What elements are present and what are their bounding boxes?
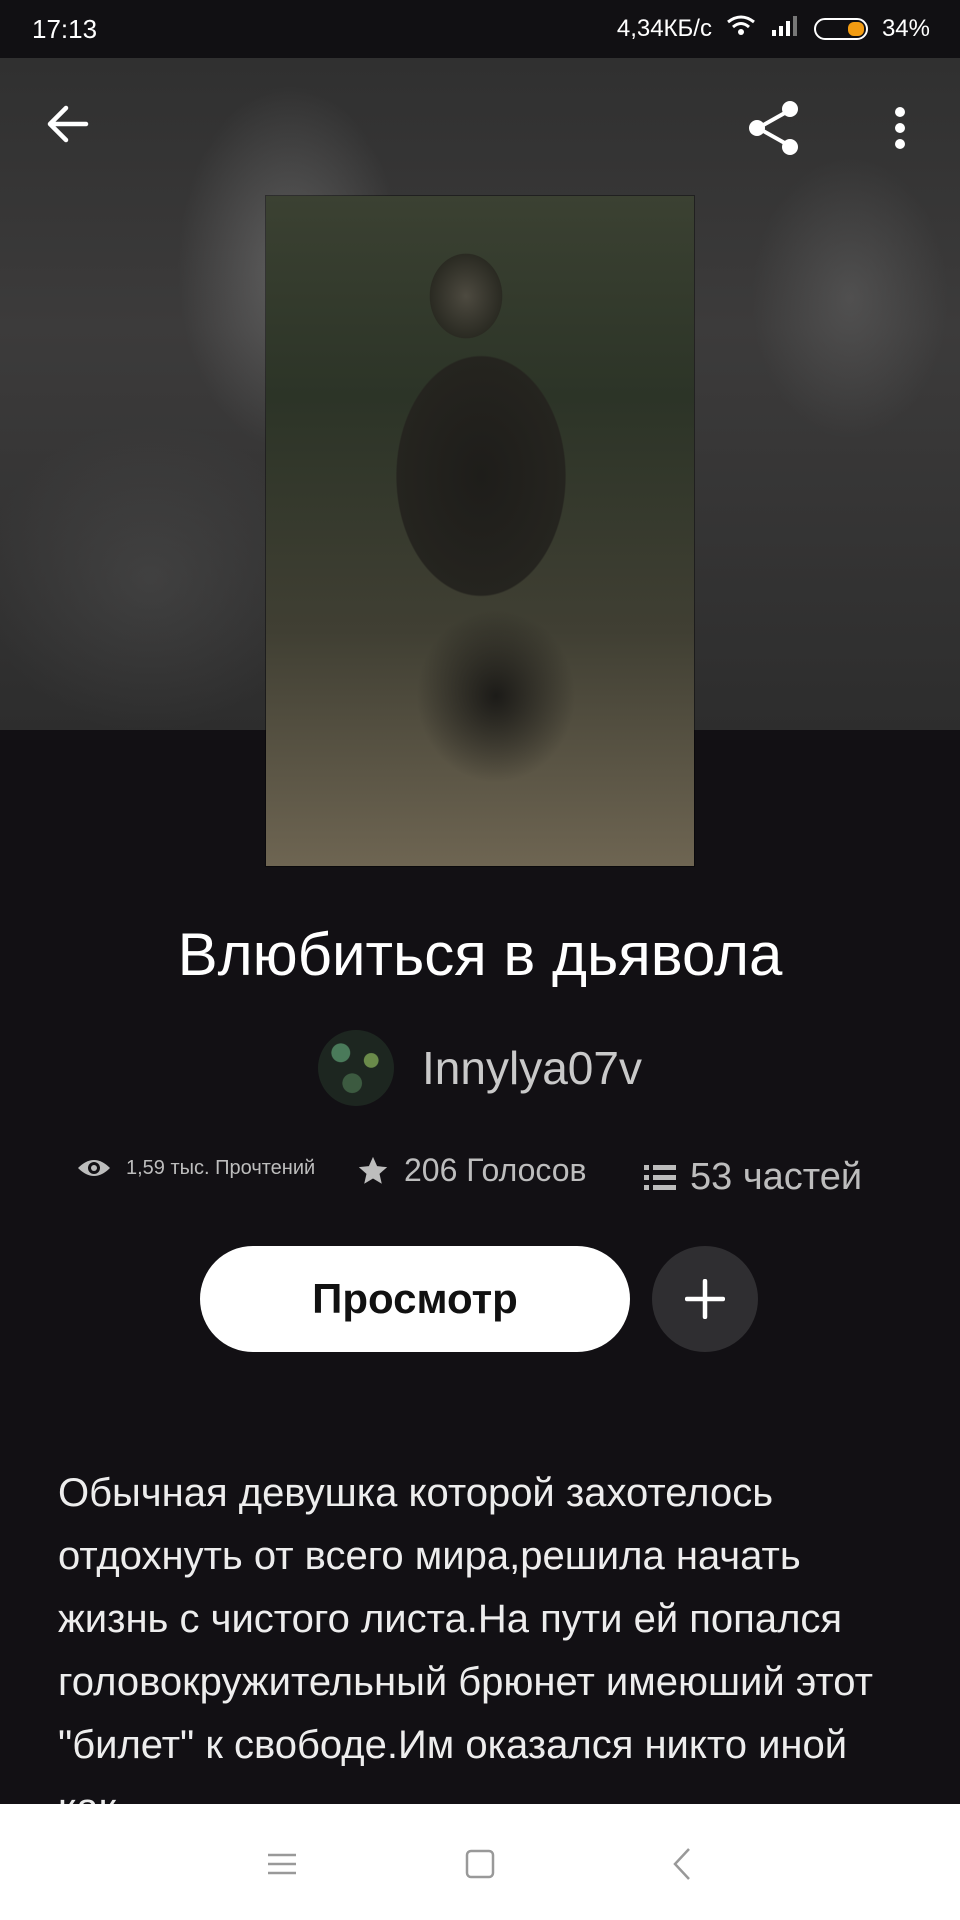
network-speed: 4,34КБ/с xyxy=(616,14,712,42)
story-stats: 1,59 тыс. Прочтений 206 Голосов 53 часте… xyxy=(0,1148,960,1208)
battery-level-fill xyxy=(847,21,864,36)
more-options-button[interactable] xyxy=(876,92,924,164)
story-cover-image[interactable] xyxy=(266,196,694,866)
author-avatar[interactable] xyxy=(318,1030,395,1106)
status-time: 17:13 xyxy=(32,14,98,44)
status-bar: 17:13 4,34КБ/с 34% xyxy=(0,0,960,58)
menu-icon xyxy=(268,1853,296,1875)
votes-stat: 206 Голосов xyxy=(356,1152,587,1189)
share-button[interactable] xyxy=(738,92,810,164)
battery-icon xyxy=(813,17,868,40)
author-row[interactable]: Innylya07v xyxy=(0,1030,960,1106)
list-icon xyxy=(644,1164,676,1190)
battery-percent: 34% xyxy=(881,14,930,42)
eye-icon xyxy=(78,1160,110,1176)
nav-back-button[interactable] xyxy=(650,1832,714,1896)
nav-home-button[interactable] xyxy=(448,1832,512,1896)
share-icon xyxy=(749,101,798,155)
add-to-library-button[interactable] xyxy=(652,1246,758,1352)
parts-count: 53 частей xyxy=(690,1156,863,1198)
read-button[interactable]: Просмотр xyxy=(200,1246,630,1352)
story-title: Влюбиться в дьявола xyxy=(177,921,783,988)
back-button[interactable] xyxy=(36,92,100,156)
status-icons: 4,34КБ/с 34% xyxy=(617,14,930,43)
system-nav-bar xyxy=(0,1804,960,1920)
chevron-left-icon xyxy=(673,1848,690,1880)
arrow-left-icon xyxy=(47,105,89,143)
star-icon xyxy=(358,1156,388,1184)
signal-icon xyxy=(770,14,800,43)
reads-stat: 1,59 тыс. Прочтений xyxy=(76,1156,315,1180)
plus-icon xyxy=(685,1279,725,1319)
parts-stat[interactable]: 53 частей xyxy=(644,1156,862,1199)
nav-menu-button[interactable] xyxy=(250,1832,314,1896)
more-vertical-icon xyxy=(895,107,905,149)
votes-count: 206 Голосов xyxy=(404,1152,587,1188)
square-home-icon xyxy=(465,1849,495,1879)
reads-count: 1,59 тыс. Прочтений xyxy=(126,1156,316,1179)
wifi-icon xyxy=(726,14,756,43)
story-description[interactable]: Обычная девушка которой захотелось отдох… xyxy=(58,1462,908,1804)
author-name[interactable]: Innylya07v xyxy=(422,1041,642,1095)
